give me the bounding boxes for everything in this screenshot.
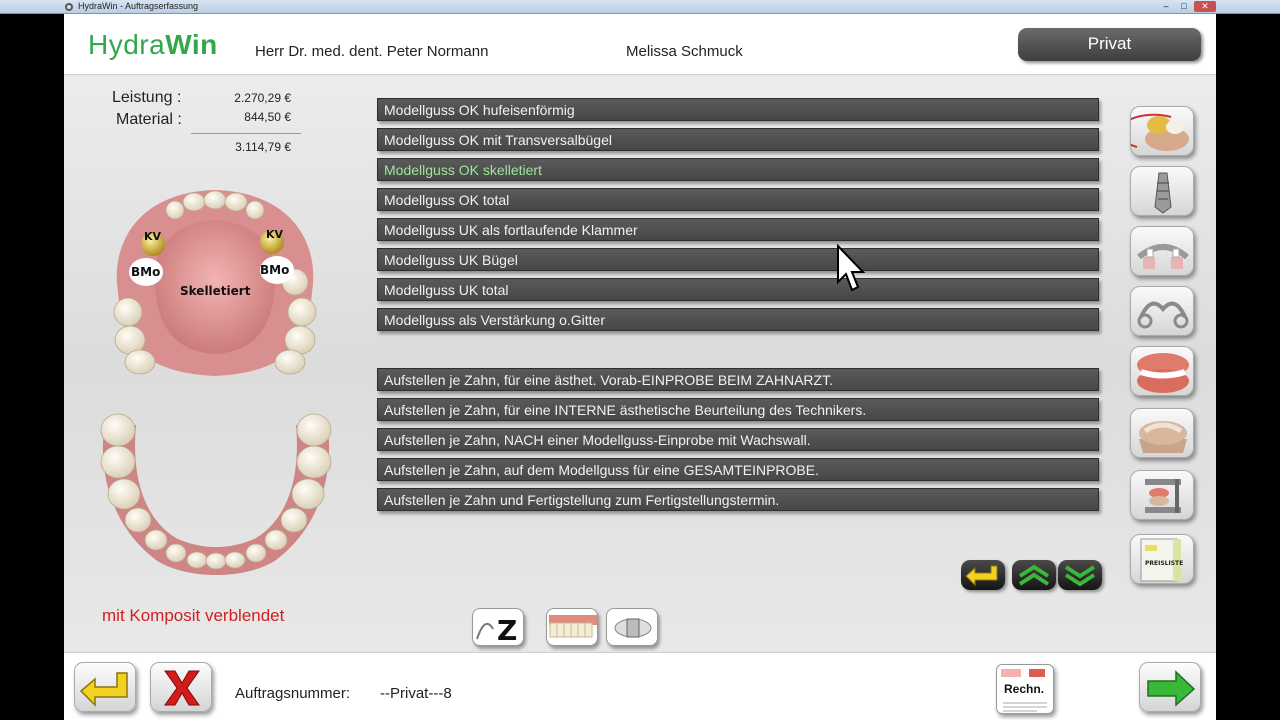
- aufstellen-item[interactable]: Aufstellen je Zahn, NACH einer Modellgus…: [377, 428, 1099, 451]
- return-arrow-icon: [79, 672, 128, 707]
- aufstellen-item[interactable]: Aufstellen je Zahn, auf dem Modellguss f…: [377, 458, 1099, 481]
- window-titlebar: HydraWin - Auftragserfassung – □ ✕: [0, 0, 1280, 14]
- forward-arrow-icon: [1147, 670, 1196, 707]
- invoice-label: Rechn.: [1004, 682, 1045, 696]
- lower-jaw-diagram: [100, 413, 332, 575]
- forward-button[interactable]: [1139, 662, 1201, 712]
- bmo-left-label: BMo: [131, 265, 160, 279]
- return-arrow-icon: [965, 565, 998, 587]
- tooth-row-icon: [549, 615, 597, 638]
- red-x-icon: [164, 670, 200, 706]
- sum-divider: [191, 133, 301, 134]
- double-chevron-up-icon: [1018, 564, 1050, 586]
- header: HydraWin Herr Dr. med. dent. Peter Norma…: [64, 14, 1216, 75]
- leistung-label: Leistung :: [112, 89, 182, 106]
- minimize-button[interactable]: –: [1158, 1, 1174, 12]
- doctor-name: Herr Dr. med. dent. Peter Normann: [255, 43, 489, 60]
- modellguss-item[interactable]: Modellguss UK Bügel: [377, 248, 1099, 271]
- connector-button[interactable]: [606, 608, 658, 646]
- clasp-icon[interactable]: [1130, 286, 1194, 336]
- maximize-button[interactable]: □: [1176, 1, 1192, 12]
- modellguss-item[interactable]: Modellguss OK total: [377, 188, 1099, 211]
- plaster-model-icon[interactable]: [1130, 408, 1194, 458]
- scroll-down-button[interactable]: [1058, 560, 1102, 590]
- crown-model-icon[interactable]: [1130, 106, 1194, 156]
- modellguss-item[interactable]: Modellguss UK total: [377, 278, 1099, 301]
- app-icon: [65, 3, 73, 11]
- articulator-icon[interactable]: [1130, 470, 1194, 520]
- modellguss-item[interactable]: Modellguss UK als fortlaufende Klammer: [377, 218, 1099, 241]
- material-value: 844,50 €: [244, 110, 291, 124]
- tooth-row-button[interactable]: [546, 608, 598, 646]
- implant-abutment-icon[interactable]: [1130, 166, 1194, 216]
- double-chevron-down-icon: [1064, 565, 1096, 587]
- invoice-button[interactable]: Rechn.: [996, 664, 1054, 714]
- app-window: HydraWin Herr Dr. med. dent. Peter Norma…: [64, 14, 1216, 720]
- connector-icon: [614, 618, 652, 638]
- aufstellen-item[interactable]: Aufstellen je Zahn und Fertigstellung zu…: [377, 488, 1099, 511]
- total-value: 3.114,79 €: [235, 140, 291, 154]
- scroll-up-button[interactable]: [1012, 560, 1056, 590]
- kv-left-label: KV: [144, 230, 162, 243]
- logo-text-bold: Win: [165, 29, 218, 60]
- cancel-button[interactable]: [150, 662, 212, 712]
- back-small-button[interactable]: [961, 560, 1005, 590]
- partial-denture-icon[interactable]: [1130, 226, 1194, 276]
- price-list-label: PREISLISTE: [1145, 560, 1183, 567]
- back-button[interactable]: [74, 662, 136, 712]
- leistung-value: 2.270,29 €: [234, 91, 291, 105]
- app-logo: HydraWin: [88, 29, 218, 61]
- z-letter: Z: [497, 614, 517, 646]
- upper-jaw-diagram: KV KV BMo BMo Skelletiert: [113, 190, 317, 376]
- modellguss-item-selected[interactable]: Modellguss OK skelletiert: [377, 158, 1099, 181]
- skelletiert-label: Skelletiert: [180, 284, 251, 298]
- main-panel: Leistung : 2.270,29 € Material : 844,50 …: [64, 76, 1216, 650]
- material-label: Material :: [116, 111, 182, 128]
- footer: Auftragsnummer: --Privat---8 Rechn.: [64, 652, 1216, 720]
- aufstellen-item[interactable]: Aufstellen je Zahn, für eine INTERNE äst…: [377, 398, 1099, 421]
- kv-right-label: KV: [266, 228, 284, 241]
- auftragsnummer-value: --Privat---8: [380, 685, 452, 702]
- status-text: mit Komposit verblendet: [102, 606, 285, 625]
- attachment-z-button[interactable]: Z: [472, 608, 524, 646]
- patient-name: Melissa Schmuck: [626, 43, 743, 60]
- price-list-icon[interactable]: PREISLISTE: [1130, 534, 1194, 584]
- close-window-button[interactable]: ✕: [1194, 1, 1216, 12]
- auftragsnummer-label: Auftragsnummer:: [235, 685, 351, 702]
- mouse-cursor-icon: [837, 244, 866, 292]
- aufstellen-item[interactable]: Aufstellen je Zahn, für eine ästhet. Vor…: [377, 368, 1099, 391]
- window-title: HydraWin - Auftragserfassung: [78, 1, 199, 11]
- logo-text-light: Hydra: [88, 29, 166, 60]
- attachment-z-icon: Z: [476, 614, 517, 646]
- screen: HydraWin - Auftragserfassung – □ ✕ Hydra…: [0, 0, 1280, 720]
- bmo-right-label: BMo: [260, 263, 289, 277]
- modellguss-item[interactable]: Modellguss OK mit Transversalbügel: [377, 128, 1099, 151]
- modellguss-item[interactable]: Modellguss OK hufeisenförmig: [377, 98, 1099, 121]
- full-denture-icon[interactable]: [1130, 346, 1194, 396]
- category-privat-button[interactable]: Privat: [1018, 28, 1201, 61]
- modellguss-item[interactable]: Modellguss als Verstärkung o.Gitter: [377, 308, 1099, 331]
